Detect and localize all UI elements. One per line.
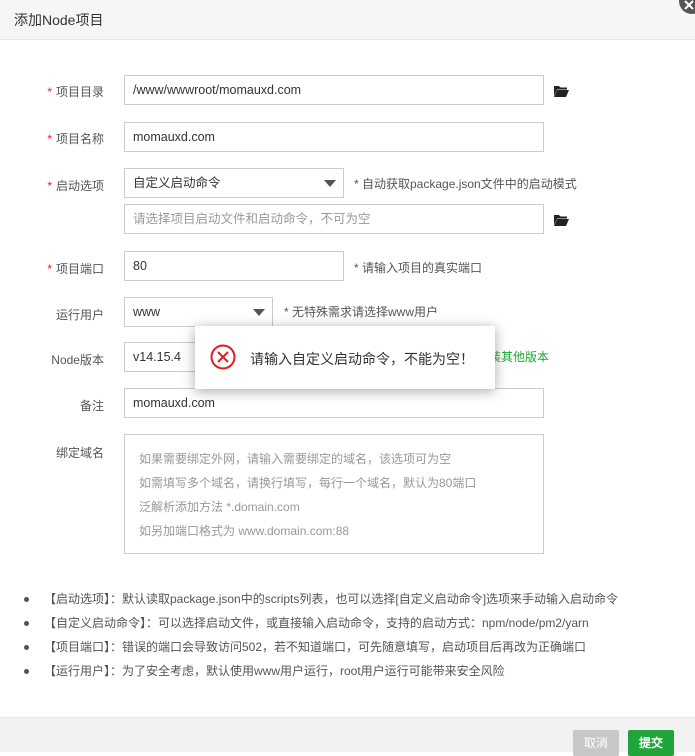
chevron-down-icon xyxy=(253,309,265,316)
cancel-button[interactable]: 取消 xyxy=(573,730,619,756)
domain-placeholder-line: 泛解析添加方法 *.domain.com xyxy=(139,500,300,514)
domain-placeholder-line: 如果需要绑定外网，请输入需要绑定的域名，该选项可为空 xyxy=(139,452,452,466)
chevron-down-icon xyxy=(324,180,336,187)
startup-select[interactable]: 自定义启动命令 xyxy=(124,168,344,198)
port-label: * 项目端口 xyxy=(47,262,104,276)
user-hint: * 无特殊需求请选择www用户 xyxy=(284,305,439,319)
domain-placeholder-line: 如需填写多个域名，请换行填写，每行一个域名，默认为80端口 xyxy=(139,476,477,490)
dialog-title: 添加Node项目 xyxy=(14,12,104,28)
user-label: 运行用户 xyxy=(55,308,104,322)
submit-button[interactable]: 提交 xyxy=(628,730,674,756)
help-notes: 【启动选项】：默认读取package.json中的scripts列表，也可以选择… xyxy=(24,590,684,686)
bullet-icon xyxy=(24,669,29,674)
domain-textarea[interactable]: 如果需要绑定外网，请输入需要绑定的域名，该选项可为空 如需填写多个域名，请换行填… xyxy=(124,434,544,554)
port-input[interactable]: 80 xyxy=(124,251,344,281)
startup-label: * 启动选项 xyxy=(47,179,104,193)
domain-placeholder-line: 如另加端口格式为 www.domain.com:88 xyxy=(139,524,350,538)
note-item: 【自定义启动命令】：可以选择启动文件，或直接输入启动命令，支持的启动方式：npm… xyxy=(24,614,684,638)
error-circle-icon xyxy=(210,344,236,370)
note-item: 【运行用户】：为了安全考虑，默认使用www用户运行，root用户运行可能带来安全… xyxy=(24,662,684,686)
note-item: 【项目端口】：错误的端口会导致访问502，若不知道端口，可先随意填写，启动项目后… xyxy=(24,638,684,662)
close-icon[interactable] xyxy=(679,0,695,14)
name-label: * 项目名称 xyxy=(47,132,104,146)
bullet-icon xyxy=(24,645,29,650)
remark-label: 备注 xyxy=(79,399,104,413)
bullet-icon xyxy=(24,597,29,602)
install-other-version-link[interactable]: 装其他版本 xyxy=(489,348,549,365)
bullet-icon xyxy=(24,621,29,626)
startup-select-value: 自定义启动命令 xyxy=(133,176,221,190)
startup-hint: * 自动获取package.json文件中的启动模式 xyxy=(354,177,577,191)
port-hint: * 请输入项目的真实端口 xyxy=(354,261,483,275)
domain-label: 绑定域名 xyxy=(55,446,104,460)
user-select[interactable]: www xyxy=(124,297,273,327)
toast-message: 请输入自定义启动命令，不能为空！ xyxy=(250,351,474,367)
name-input[interactable]: momauxd.com xyxy=(124,122,544,152)
dir-label: * 项目目录 xyxy=(47,85,104,99)
note-item: 【启动选项】：默认读取package.json中的scripts列表，也可以选择… xyxy=(24,590,684,614)
dialog-footer: 取消 提交 xyxy=(0,717,695,756)
startup-command-input[interactable]: 请选择项目启动文件和启动命令，不可为空 xyxy=(124,204,544,234)
folder-open-icon[interactable] xyxy=(553,213,569,227)
remark-input[interactable]: momauxd.com xyxy=(124,388,544,418)
dir-input[interactable]: /www/wwwroot/momauxd.com xyxy=(124,75,544,105)
dialog-titlebar: 添加Node项目 xyxy=(0,0,695,40)
folder-open-icon[interactable] xyxy=(553,84,569,98)
node-label: Node版本 xyxy=(51,353,104,367)
user-select-value: www xyxy=(133,305,161,319)
error-toast: 请输入自定义启动命令，不能为空！ xyxy=(195,326,495,389)
node-select-value: v14.15.4 xyxy=(133,350,181,364)
